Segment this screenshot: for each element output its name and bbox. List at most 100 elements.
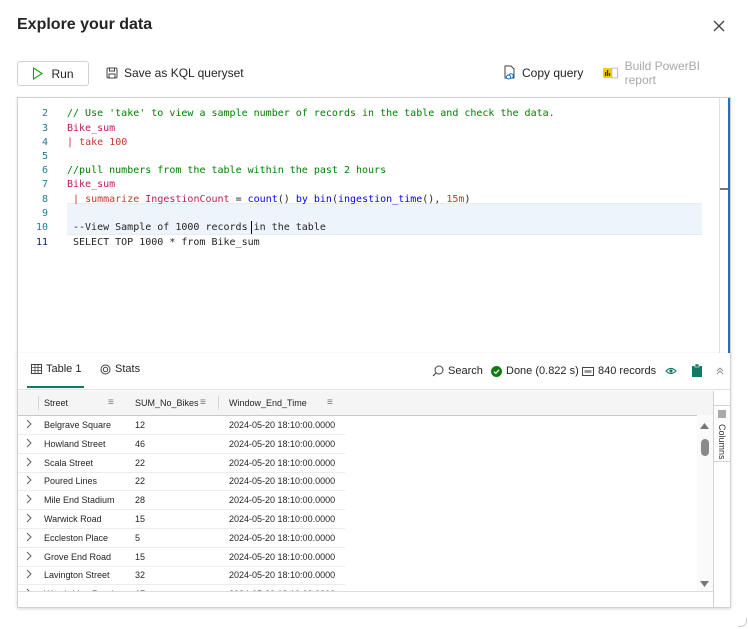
expand-row-icon[interactable] xyxy=(25,437,33,449)
cell-sum-no-bikes: 28 xyxy=(135,495,146,506)
search-button[interactable]: Search xyxy=(432,365,483,377)
status-label: Done (0.822 s) xyxy=(506,365,579,377)
cell-sum-no-bikes: 32 xyxy=(135,570,146,581)
column-header-label: Window_End_Time xyxy=(229,398,307,408)
results-grid: Street ≡ SUM_No_Bikes ≡ Window_End_Time … xyxy=(18,391,713,606)
save-label: Save as KQL queryset xyxy=(124,65,244,80)
cell-street: Warwick Road xyxy=(44,514,102,524)
expand-row-icon[interactable] xyxy=(25,550,33,562)
code-line-5: 5 xyxy=(41,151,48,162)
cell-street: Belgrave Square xyxy=(44,420,112,430)
powerbi-label: Build PowerBI report xyxy=(624,58,700,87)
grid-scrollbar[interactable] xyxy=(697,415,713,606)
cell-street: Mile End Stadium xyxy=(44,495,115,506)
expand-row-icon[interactable] xyxy=(25,418,33,430)
play-icon xyxy=(33,67,44,80)
cell-sum-no-bikes: 15 xyxy=(135,551,146,562)
editor-focus-border xyxy=(728,98,730,354)
header-separator xyxy=(218,396,219,410)
tab-table-1[interactable]: Table 1 xyxy=(31,363,81,375)
table-row[interactable]: Mile End Stadium 28 2024-05-20 18:10:00.00… xyxy=(18,491,345,511)
active-tab-indicator xyxy=(27,386,84,388)
results-pane: Table 1 Stats Search Done (0.822 s) 840 … xyxy=(17,353,731,608)
expand-row-icon[interactable] xyxy=(25,456,33,468)
clipboard-icon[interactable] xyxy=(692,364,702,377)
column-header-sum-no-bikes[interactable]: SUM_No_Bikes xyxy=(135,391,199,415)
close-icon[interactable] xyxy=(711,18,727,34)
expand-row-icon[interactable] xyxy=(25,568,33,580)
eye-icon[interactable] xyxy=(665,367,677,375)
resize-handle[interactable] xyxy=(738,618,747,627)
results-tabs: Table 1 Stats Search Done (0.822 s) 840 … xyxy=(18,353,730,390)
dialog-title: Explore your data xyxy=(17,16,153,33)
scroll-down-icon[interactable] xyxy=(700,581,709,587)
code-line-3: 3 Bike_sum xyxy=(41,123,116,134)
code-line-2: 2// Use 'take' to view a sample number o… xyxy=(41,108,555,119)
cell-street: Howland Street xyxy=(44,438,106,449)
run-label: Run xyxy=(51,66,74,81)
column-menu-icon[interactable]: ≡ xyxy=(108,397,114,408)
cell-street: Poured Lines xyxy=(44,476,98,487)
column-header-label: Street xyxy=(44,398,69,408)
cell-sum-no-bikes: 5 xyxy=(135,532,141,543)
cell-window-end-time: 2024-05-20 18:10:00.0000 xyxy=(229,476,336,487)
stats-icon xyxy=(100,364,111,374)
success-check-icon xyxy=(491,365,502,377)
scroll-thumb[interactable] xyxy=(701,439,709,456)
column-header-label: SUM_No_Bikes xyxy=(135,398,199,408)
search-icon xyxy=(432,365,444,377)
cell-street: Grove End Road xyxy=(44,551,112,562)
cell-window-end-time: 2024-05-20 18:10:00.0000 xyxy=(229,457,336,468)
columns-side-panel: Columns xyxy=(713,391,731,607)
toolbar: Run Save as KQL queryset Copy query Buil… xyxy=(17,58,732,87)
cell-sum-no-bikes: 46 xyxy=(135,438,146,449)
cell-window-end-time: 2024-05-20 18:10:00.0000 xyxy=(229,570,336,581)
table-row[interactable]: Grove End Road 15 2024-05-20 18:10:00.0000 xyxy=(18,548,345,567)
expand-row-icon[interactable] xyxy=(25,474,33,486)
tab-label: Table 1 xyxy=(46,363,82,375)
columns-toggle-button[interactable]: Columns xyxy=(714,405,731,462)
grid-footer xyxy=(18,591,713,607)
copy-query-icon xyxy=(504,65,515,80)
cell-street: Eccleston Place xyxy=(44,532,109,543)
code-line-11: 11 SELECT TOP 1000 * from Bike_sum xyxy=(35,237,260,248)
cell-street: Lavington Street xyxy=(44,570,110,581)
build-powerbi-report-button[interactable]: Build PowerBI report xyxy=(603,58,732,87)
record-count: 840 records xyxy=(582,365,656,377)
cell-window-end-time: 2024-05-20 18:10:00.0000 xyxy=(229,532,336,543)
columns-label: Columns xyxy=(717,424,727,460)
column-menu-icon[interactable]: ≡ xyxy=(200,397,206,408)
powerbi-icon xyxy=(603,67,619,78)
table-row[interactable]: Belgrave Square 12 2024-05-20 18:10:00.000… xyxy=(18,416,345,435)
collapse-up-icon[interactable] xyxy=(716,367,724,375)
column-menu-icon[interactable]: ≡ xyxy=(327,397,333,408)
cell-sum-no-bikes: 22 xyxy=(135,476,146,487)
cell-window-end-time: 2024-05-20 18:10:00.0000 xyxy=(229,438,336,449)
table-row[interactable]: Eccleston Place 5 2024-05-20 18:10:00.0000 xyxy=(18,529,345,548)
column-header-window-end-time[interactable]: Window_End_Time xyxy=(229,391,307,415)
cell-window-end-time: 2024-05-20 18:10:00.0000 xyxy=(229,495,336,506)
grid-header: Street ≡ SUM_No_Bikes ≡ Window_End_Time … xyxy=(18,391,713,416)
save-kql-queryset-button[interactable]: Save as KQL queryset xyxy=(106,61,244,84)
code-line-4: 4 | take 100 xyxy=(41,137,128,148)
scroll-up-icon[interactable] xyxy=(700,423,709,429)
query-status: Done (0.822 s) xyxy=(491,365,579,377)
expand-row-icon[interactable] xyxy=(25,493,33,505)
copy-query-button[interactable]: Copy query xyxy=(503,61,583,84)
expand-row-icon[interactable] xyxy=(25,512,33,524)
query-editor[interactable]: 2// Use 'take' to view a sample number o… xyxy=(17,97,731,355)
table-icon xyxy=(31,364,42,374)
column-header-street[interactable]: Street xyxy=(44,391,68,415)
search-label: Search xyxy=(448,365,483,377)
table-row[interactable]: Poured Lines 22 2024-05-20 18:10:00.0000 xyxy=(18,472,345,492)
table-row[interactable]: Scala Street 22 2024-05-20 18:10:00.0000 xyxy=(18,454,345,473)
columns-icon xyxy=(718,410,726,418)
current-line-border xyxy=(67,234,702,235)
expand-row-icon[interactable] xyxy=(25,531,33,543)
tab-label: Stats xyxy=(115,363,141,375)
table-row[interactable]: Warwick Road 15 2024-05-20 18:10:00.0000 xyxy=(18,510,345,529)
table-row[interactable]: Howland Street 46 2024-05-20 18:10:00.0000 xyxy=(18,435,345,454)
run-button[interactable]: Run xyxy=(17,61,89,86)
tab-stats[interactable]: Stats xyxy=(100,363,140,375)
table-row[interactable]: Lavington Street 32 2024-05-20 18:10:00.00… xyxy=(18,566,345,586)
